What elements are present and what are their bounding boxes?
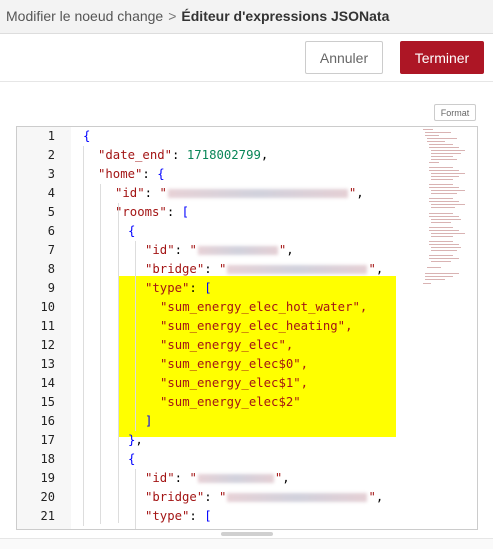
type-value: "sum_energy_elec$1", <box>160 376 309 390</box>
code-line: 19 "id": " ", <box>17 469 477 488</box>
type-value: "sum_energy_elec$0", <box>160 357 309 371</box>
code-text: "id": " ", <box>145 471 290 485</box>
code-text: "bridge": " ", <box>145 262 384 276</box>
code-line: 10 "sum_energy_elec_hot_water", <box>17 298 477 317</box>
code-text: "date_end": 1718002799, <box>98 148 269 162</box>
type-value: "sum_energy_elec", <box>160 338 294 352</box>
type-value: "sum_energy_elec_hot_water", <box>160 300 368 314</box>
code-text: "home": { <box>98 167 165 181</box>
code-text: "rooms": [ <box>115 205 190 219</box>
code-line: 6 { <box>17 222 477 241</box>
redacted-value <box>197 246 278 255</box>
code-text: }, <box>128 433 143 447</box>
line-number: 14 <box>40 376 55 390</box>
type-value: "sum_energy_elec$2" <box>160 395 301 409</box>
code-text: { <box>128 224 136 238</box>
code-line: 4 "id": " ", <box>17 184 477 203</box>
code-text: "type": [ <box>145 509 212 523</box>
code-line: 18 { <box>17 450 477 469</box>
code-line: 21 "type": [ <box>17 507 477 526</box>
line-number: 3 <box>47 167 55 181</box>
tray-toolbar: Annuler Terminer <box>0 34 493 82</box>
type-value: "sum_energy_elec_heating", <box>160 319 353 333</box>
line-number: 19 <box>40 471 55 485</box>
line-number: 8 <box>47 262 55 276</box>
line-number: 17 <box>40 433 55 447</box>
line-number: 15 <box>40 395 55 409</box>
breadcrumb-separator: > <box>168 8 177 24</box>
code-line: 8 "bridge": " ", <box>17 260 477 279</box>
resize-handle[interactable] <box>221 532 273 536</box>
code-line: 17 }, <box>17 431 477 450</box>
format-button[interactable]: Format <box>434 104 476 121</box>
breadcrumb-current: Éditeur d'expressions JSONata <box>181 8 390 24</box>
code-line: 7 "id": " ", <box>17 241 477 260</box>
line-number: 12 <box>40 338 55 352</box>
code-line: 1 { <box>17 127 477 146</box>
line-number: 7 <box>47 243 55 257</box>
done-button[interactable]: Terminer <box>400 41 484 74</box>
code-line: 15 "sum_energy_elec$2" <box>17 393 477 412</box>
redacted-value <box>227 493 368 502</box>
line-number: 21 <box>40 509 55 523</box>
breadcrumb-parent[interactable]: Modifier le noeud change <box>6 8 163 24</box>
code-line: 9 "type": [ <box>17 279 477 298</box>
code-line: 16 ] <box>17 412 477 431</box>
code-text: { <box>83 129 91 143</box>
line-number: 20 <box>40 490 55 504</box>
date-end-value: 1718002799 <box>186 148 261 162</box>
editor-header: Modifier le noeud change > Éditeur d'expre… <box>0 0 493 34</box>
code-text: "type": [ <box>145 281 212 295</box>
code-text: ] <box>145 414 153 428</box>
code-line: 14 "sum_energy_elec$1", <box>17 374 477 393</box>
line-number: 10 <box>40 300 55 314</box>
code-text: { <box>128 452 136 466</box>
code-line: 5 "rooms": [ <box>17 203 477 222</box>
code-line: 11 "sum_energy_elec_heating", <box>17 317 477 336</box>
code-text: "bridge": " ", <box>145 490 384 504</box>
line-number: 9 <box>47 281 55 295</box>
code-line: 20 "bridge": " ", <box>17 488 477 507</box>
line-number: 11 <box>40 319 55 333</box>
code-editor[interactable]: 1 { 2 "date_end": 1718002799, 3 "home": … <box>16 126 478 530</box>
code-text: "id": " ", <box>145 243 294 257</box>
redacted-value <box>197 474 274 483</box>
line-number: 18 <box>40 452 55 466</box>
line-number: 6 <box>47 224 55 238</box>
line-number: 5 <box>47 205 55 219</box>
line-number: 13 <box>40 357 55 371</box>
line-number: 16 <box>40 414 55 428</box>
code-line: 13 "sum_energy_elec$0", <box>17 355 477 374</box>
tray-footer <box>0 538 493 549</box>
code-line: 3 "home": { <box>17 165 477 184</box>
redacted-value <box>167 189 348 198</box>
breadcrumb: Modifier le noeud change > Éditeur d'expre… <box>6 8 389 24</box>
code-minimap[interactable] <box>421 127 471 297</box>
cancel-button[interactable]: Annuler <box>305 41 383 74</box>
redacted-value <box>227 265 368 274</box>
code-line: 2 "date_end": 1718002799, <box>17 146 477 165</box>
code-line: 12 "sum_energy_elec", <box>17 336 477 355</box>
code-text: "id": " ", <box>115 186 364 200</box>
line-number: 2 <box>47 148 55 162</box>
line-number: 4 <box>47 186 55 200</box>
line-number: 1 <box>47 129 55 143</box>
